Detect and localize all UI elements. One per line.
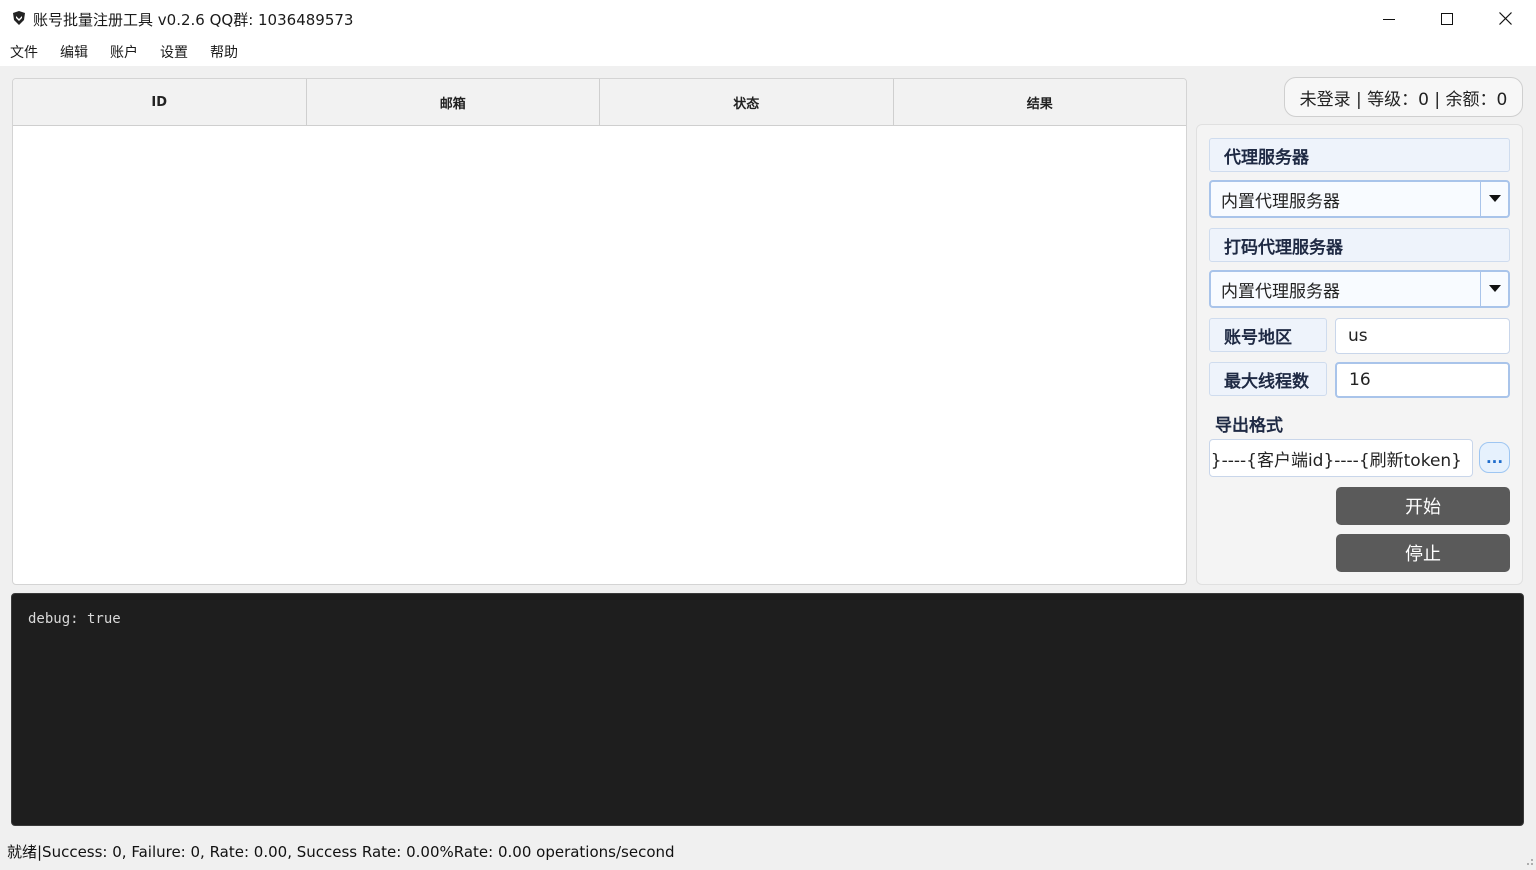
proxy-select-value: 内置代理服务器 [1221, 191, 1340, 212]
account-status-badge: 未登录 | 等级：0 | 余额：0 [1284, 77, 1523, 117]
close-button[interactable] [1476, 0, 1534, 38]
column-header-email[interactable]: 邮箱 [306, 79, 600, 125]
window-title: 账号批量注册工具 v0.2.6 QQ群: 1036489573 [33, 11, 354, 29]
resize-grip-icon[interactable] [1524, 851, 1534, 865]
caret-down-icon[interactable] [1480, 182, 1508, 216]
console-line: debug: true [28, 611, 121, 627]
region-label: 账号地区 [1209, 318, 1327, 352]
table-header: ID 邮箱 状态 结果 [13, 79, 1186, 126]
menu-bar: 文件 编辑 账户 设置 帮助 [0, 38, 1536, 66]
menu-account[interactable]: 账户 [110, 42, 138, 62]
export-format-browse-button[interactable]: ... [1479, 442, 1510, 473]
console-log[interactable]: debug: true [11, 593, 1524, 826]
minimize-button[interactable] [1360, 0, 1418, 38]
title-bar: 账号批量注册工具 v0.2.6 QQ群: 1036489573 [0, 0, 1536, 38]
proxy-label: 代理服务器 [1209, 138, 1510, 172]
menu-settings[interactable]: 设置 [160, 42, 188, 62]
close-icon [1498, 10, 1512, 29]
start-button[interactable]: 开始 [1336, 487, 1510, 525]
column-header-result[interactable]: 结果 [893, 79, 1186, 125]
menu-edit[interactable]: 编辑 [60, 42, 88, 62]
export-format-input[interactable]: }----{客户端id}----{刷新token} [1209, 439, 1473, 477]
accounts-table[interactable]: ID 邮箱 状态 结果 [12, 78, 1187, 585]
minimize-icon [1383, 10, 1395, 29]
captcha-proxy-select[interactable]: 内置代理服务器 [1209, 270, 1510, 308]
column-header-status[interactable]: 状态 [600, 79, 894, 125]
threads-label: 最大线程数 [1209, 362, 1327, 396]
status-bar-text: 就绪|Success: 0, Failure: 0, Rate: 0.00, S… [7, 843, 675, 861]
menu-file[interactable]: 文件 [10, 42, 38, 62]
shield-icon [11, 10, 27, 26]
captcha-proxy-label: 打码代理服务器 [1209, 228, 1510, 262]
maximize-icon [1441, 10, 1453, 29]
maximize-button[interactable] [1418, 0, 1476, 38]
threads-input[interactable]: 16 [1335, 362, 1510, 398]
stop-button[interactable]: 停止 [1336, 534, 1510, 572]
region-input[interactable]: us [1335, 318, 1510, 354]
caret-down-icon[interactable] [1480, 272, 1508, 306]
status-bar: 就绪|Success: 0, Failure: 0, Rate: 0.00, S… [0, 837, 1536, 865]
column-header-id[interactable]: ID [13, 79, 307, 125]
captcha-proxy-select-value: 内置代理服务器 [1221, 281, 1340, 302]
proxy-select[interactable]: 内置代理服务器 [1209, 180, 1510, 218]
menu-help[interactable]: 帮助 [210, 42, 238, 62]
export-format-label: 导出格式 [1215, 416, 1283, 436]
